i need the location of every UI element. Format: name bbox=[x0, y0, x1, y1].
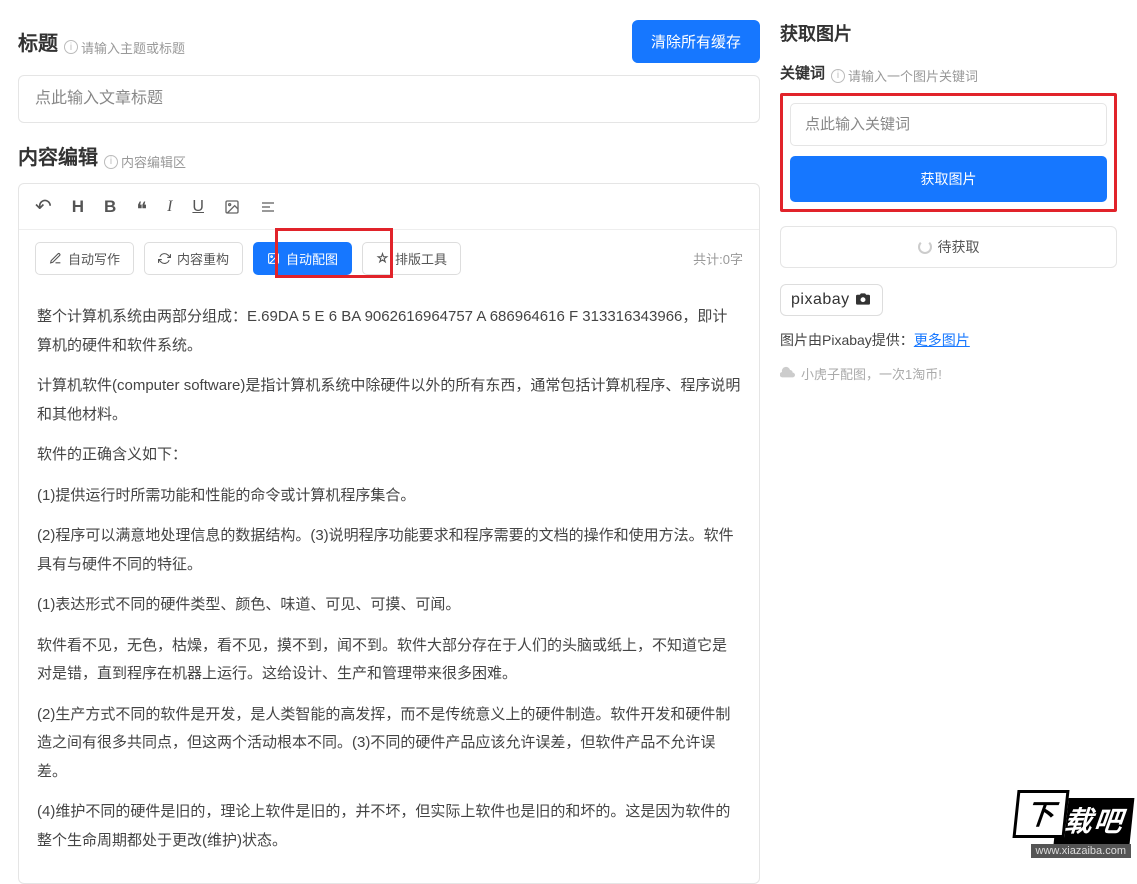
main-column: 标题 i 请输入主题或标题 清除所有缓存 内容编辑 i 内容编辑区 ↶ H B … bbox=[18, 20, 760, 840]
italic-button[interactable]: I bbox=[167, 198, 172, 216]
auto-image-button[interactable]: 自动配图 bbox=[253, 242, 352, 275]
content-section-hint: 内容编辑区 bbox=[121, 152, 186, 171]
more-images-link[interactable]: 更多图片 bbox=[914, 332, 970, 348]
tools-toolbar: 自动写作 内容重构 自动配图 排版工具 共计:0字 bbox=[19, 230, 759, 287]
align-left-icon[interactable] bbox=[260, 199, 276, 215]
sidebar-title: 获取图片 bbox=[780, 20, 1117, 46]
content-paragraph: (2)程序可以满意地处理信息的数据结构。(3)说明程序功能要求和程序需要的文档的… bbox=[37, 522, 741, 579]
content-paragraph: 软件看不见，无色，枯燥，看不见，摸不到，闻不到。软件大部分存在于人们的头脑或纸上… bbox=[37, 632, 741, 689]
content-paragraph: (4)维护不同的硬件是旧的，理论上软件是旧的，并不坏，但实际上软件也是旧的和坏的… bbox=[37, 798, 741, 855]
editor-content[interactable]: 整个计算机系统由两部分组成：E.69DA 5 E 6 BA 9062616964… bbox=[19, 287, 759, 883]
watermark: 载吧 下 www.xiazaiba.com bbox=[972, 785, 1137, 860]
sidebar: 获取图片 关键词 i 请输入一个图片关键词 获取图片 待获取 pixabay 图… bbox=[780, 20, 1127, 840]
restructure-button[interactable]: 内容重构 bbox=[144, 242, 243, 275]
layout-tool-button[interactable]: 排版工具 bbox=[362, 242, 461, 275]
fetch-image-button[interactable]: 获取图片 bbox=[790, 156, 1107, 202]
content-section-label: 内容编辑 bbox=[18, 141, 98, 170]
keyword-hint: 请输入一个图片关键词 bbox=[848, 66, 978, 85]
content-paragraph: (1)提供运行时所需功能和性能的命令或计算机程序集合。 bbox=[37, 482, 741, 511]
content-paragraph: 软件的正确含义如下： bbox=[37, 441, 741, 470]
info-icon: i bbox=[64, 40, 78, 54]
promo-text: 小虎子配图，一次1淘币! bbox=[780, 364, 1117, 383]
editor-panel: ↶ H B ❝ I U 自动写作 内 bbox=[18, 183, 760, 884]
camera-icon bbox=[854, 292, 872, 309]
highlight-marker: 获取图片 bbox=[780, 93, 1117, 212]
clear-cache-button[interactable]: 清除所有缓存 bbox=[632, 20, 760, 63]
undo-icon[interactable]: ↶ bbox=[35, 194, 52, 219]
word-count: 共计:0字 bbox=[693, 249, 743, 268]
title-section-hint: 请输入主题或标题 bbox=[81, 38, 185, 57]
title-section-label: 标题 bbox=[18, 27, 58, 56]
keyword-input[interactable] bbox=[790, 103, 1107, 146]
image-credit: 图片由Pixabay提供：更多图片 bbox=[780, 330, 1117, 350]
quote-icon[interactable]: ❝ bbox=[136, 205, 147, 215]
cloud-icon bbox=[780, 366, 796, 381]
underline-button[interactable]: U bbox=[192, 198, 204, 216]
content-paragraph: (2)生产方式不同的软件是开发，是人类智能的高发挥，而不是传统意义上的硬件制造。… bbox=[37, 701, 741, 787]
info-icon: i bbox=[831, 69, 845, 83]
bold-button[interactable]: B bbox=[104, 197, 116, 217]
auto-write-button[interactable]: 自动写作 bbox=[35, 242, 134, 275]
spinner-icon bbox=[918, 240, 932, 254]
content-paragraph: 整个计算机系统由两部分组成：E.69DA 5 E 6 BA 9062616964… bbox=[37, 303, 741, 360]
heading-button[interactable]: H bbox=[72, 197, 84, 217]
content-paragraph: 计算机软件(computer software)是指计算机系统中除硬件以外的所有… bbox=[37, 372, 741, 429]
formatting-toolbar: ↶ H B ❝ I U bbox=[19, 184, 759, 230]
pending-status[interactable]: 待获取 bbox=[780, 226, 1117, 268]
keyword-label: 关键词 bbox=[780, 62, 825, 83]
article-title-input[interactable] bbox=[18, 75, 760, 123]
pixabay-badge: pixabay bbox=[780, 284, 883, 316]
image-icon[interactable] bbox=[224, 199, 240, 215]
info-icon: i bbox=[104, 155, 118, 169]
content-paragraph: (1)表达形式不同的硬件类型、颜色、味道、可见、可摸、可闻。 bbox=[37, 591, 741, 620]
